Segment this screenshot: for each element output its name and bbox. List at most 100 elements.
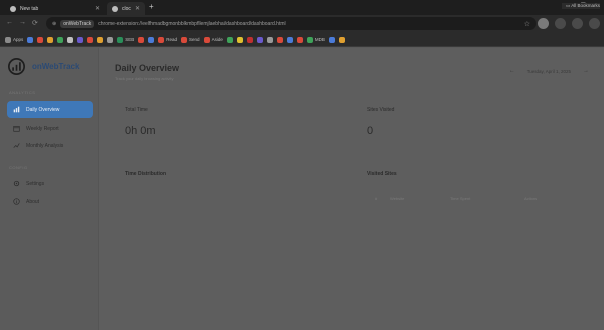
bookmark-label: Apps — [13, 37, 24, 42]
bookmark-label: SEB — [125, 37, 135, 42]
bookmark-item[interactable] — [77, 36, 84, 43]
forward-icon[interactable]: → — [19, 19, 26, 26]
bookmark-label: Aside — [211, 37, 223, 42]
url-text: chrome-extension://eelfhmadbgmonbblkmbpf… — [98, 20, 286, 27]
bookmark-label: MDB — [314, 37, 325, 42]
page-subtitle: Track your daily browsing activity — [115, 76, 174, 81]
close-icon[interactable]: ✕ — [95, 5, 100, 12]
bookmark-favicon-icon — [57, 36, 64, 43]
sites-visited-label: Sites Visited — [367, 107, 395, 113]
extension-chip: onWebTrack — [60, 19, 95, 28]
brand: onWebTrack — [8, 58, 79, 75]
browser-tab-new[interactable]: New tab ✕ — [5, 2, 105, 15]
extension-puzzle-icon[interactable] — [538, 18, 549, 29]
bookmark-favicon-icon — [256, 36, 263, 43]
bookmark-item[interactable]: Send — [181, 36, 200, 43]
bookmark-item[interactable] — [286, 36, 293, 43]
bookmark-favicon-icon — [117, 36, 124, 43]
bookmark-label: Read — [166, 37, 178, 42]
bookmark-item[interactable] — [256, 36, 263, 43]
sidebar-item-about[interactable]: About — [7, 193, 93, 210]
sidebar-item-label: Daily Overview — [26, 106, 60, 113]
brand-name: onWebTrack — [32, 62, 80, 71]
site-info-icon[interactable]: ⊕ — [52, 21, 56, 27]
total-time-value: 0h 0m — [125, 125, 156, 137]
bookmark-item[interactable] — [47, 36, 54, 43]
reload-icon[interactable]: ⟳ — [32, 19, 38, 27]
bookmarks-bar: Apps SEB Read Send Aside MDB — [0, 33, 604, 47]
time-distribution-title: Time Distribution — [125, 171, 167, 177]
bookmark-item[interactable] — [148, 36, 155, 43]
bookmark-favicon-icon — [27, 36, 34, 43]
next-day-button[interactable]: → — [583, 68, 589, 74]
bookmark-favicon-icon — [296, 36, 303, 43]
column-header-index: # — [375, 196, 378, 201]
bookmark-item[interactable]: Aside — [203, 36, 223, 43]
bookmark-favicon-icon — [37, 36, 44, 43]
bookmark-favicon-icon — [67, 36, 74, 43]
sidebar-item-label: Settings — [26, 180, 45, 187]
page-title: Daily Overview — [115, 63, 180, 73]
bookmark-item[interactable] — [67, 36, 74, 43]
bookmark-item[interactable] — [97, 36, 104, 43]
bookmark-item[interactable] — [246, 36, 253, 43]
bookmark-favicon-icon — [286, 36, 293, 43]
bookmark-favicon-icon — [246, 36, 253, 43]
bookmark-item[interactable] — [328, 36, 335, 43]
new-tab-button[interactable]: + — [149, 2, 154, 11]
bookmark-item[interactable] — [37, 36, 44, 43]
tab-title: New tab — [20, 5, 39, 12]
browser-tab-active[interactable]: cloc ✕ — [107, 2, 145, 15]
sidebar-item-weekly-report[interactable]: Weekly Report — [7, 120, 93, 137]
bookmark-item[interactable] — [338, 36, 345, 43]
bookmark-item[interactable] — [296, 36, 303, 43]
bookmark-favicon-icon — [203, 36, 210, 43]
close-icon[interactable]: ✕ — [135, 5, 140, 12]
extension-icon — [112, 5, 118, 12]
current-date: Tuesday, April 1, 2025 — [526, 68, 571, 74]
sidebar-item-daily-overview[interactable]: Daily Overview — [7, 101, 93, 118]
calendar-icon — [13, 126, 20, 132]
section-label-config: CONFIG — [9, 165, 28, 170]
bookmark-favicon-icon — [276, 36, 283, 43]
bookmark-favicon-icon — [236, 36, 243, 43]
menu-icon[interactable] — [589, 18, 600, 29]
bookmark-item[interactable] — [57, 36, 64, 43]
sidepanel-icon[interactable] — [555, 18, 566, 29]
bookmark-favicon-icon — [181, 36, 188, 43]
sidebar-item-monthly-analysis[interactable]: Monthly Analysis — [7, 137, 93, 154]
bookmark-item[interactable] — [236, 36, 243, 43]
bookmark-item[interactable] — [226, 36, 233, 43]
bookmark-favicon-icon — [47, 36, 54, 43]
bookmark-favicon-icon — [107, 36, 114, 43]
sidebar-item-label: Monthly Analysis — [26, 142, 64, 149]
bookmark-item[interactable]: Apps — [5, 36, 24, 43]
column-header-time-spent[interactable]: Time Spent — [450, 196, 470, 201]
visited-sites-title: Visited Sites — [367, 171, 397, 177]
bookmark-item[interactable] — [266, 36, 273, 43]
chrome-icon — [10, 5, 16, 12]
back-icon[interactable]: ← — [6, 19, 13, 26]
bookmark-item[interactable] — [138, 36, 145, 43]
profile-avatar[interactable] — [572, 18, 583, 29]
previous-day-button[interactable]: ← — [509, 68, 515, 74]
address-bar[interactable]: ⊕ onWebTrack chrome-extension://eelfhmad… — [46, 17, 536, 30]
bookmark-item[interactable]: Read — [158, 36, 178, 43]
bookmark-favicon-icon — [87, 36, 94, 43]
bookmark-item[interactable]: MDB — [306, 36, 325, 43]
bookmark-favicon-icon — [148, 36, 155, 43]
bookmark-item[interactable] — [87, 36, 94, 43]
sidebar-item-settings[interactable]: Settings — [7, 175, 93, 192]
bookmark-favicon-icon — [328, 36, 335, 43]
bookmark-favicon-icon — [138, 36, 145, 43]
bookmark-star-icon[interactable]: ☆ — [524, 20, 530, 28]
all-bookmarks-button[interactable]: ▭ All Bookmarks — [561, 3, 600, 9]
bookmark-item[interactable] — [276, 36, 283, 43]
bookmark-item[interactable] — [27, 36, 34, 43]
bookmark-item[interactable] — [107, 36, 114, 43]
sites-visited-value: 0 — [367, 125, 374, 137]
column-header-website[interactable]: Website — [390, 196, 404, 201]
bookmark-item[interactable]: SEB — [117, 36, 135, 43]
total-time-label: Total Time — [125, 107, 148, 113]
main-content: Daily Overview Track your daily browsing… — [100, 48, 604, 330]
